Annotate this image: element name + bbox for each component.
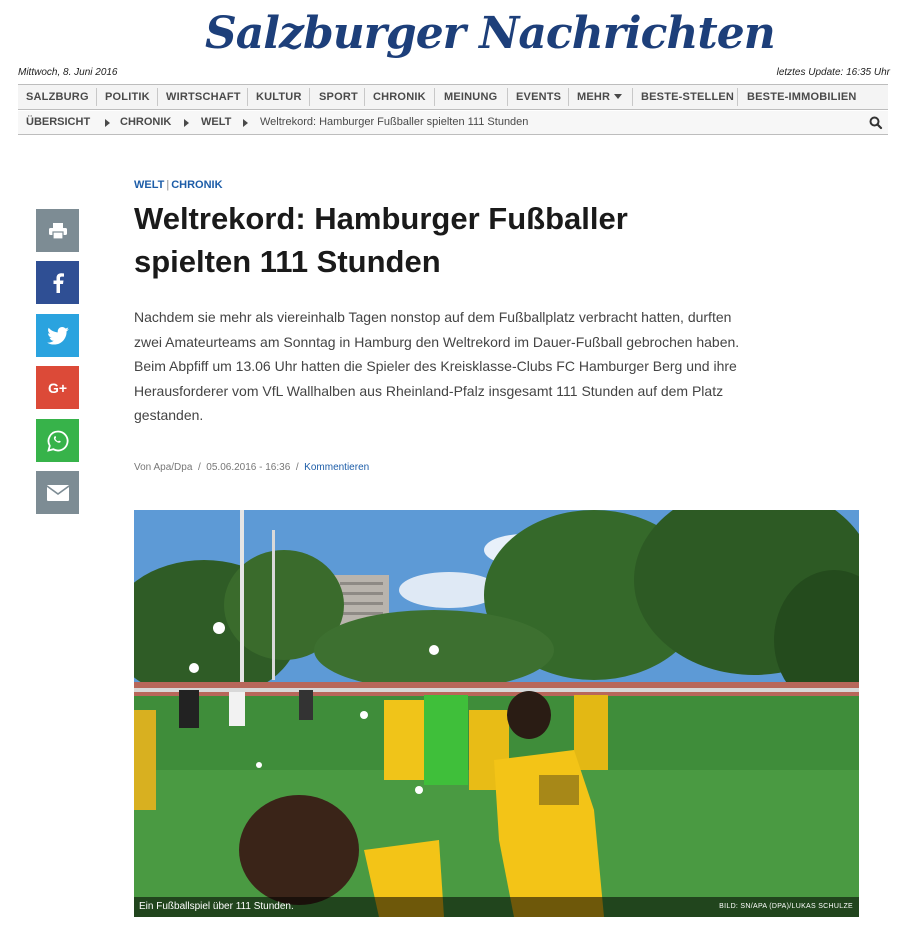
article-headline: Weltrekord: Hamburger Fußballer spielten… <box>134 197 774 283</box>
article-meta: Von Apa/Dpa / 05.06.2016 - 16:36 / Komme… <box>134 462 369 476</box>
masthead: Salzburger Nachrichten <box>0 0 900 66</box>
nav-item-beste-stellen[interactable]: BESTE-STELLEN <box>641 85 734 109</box>
share-google-plus-button[interactable]: G+ <box>36 366 79 409</box>
nav-divider <box>507 88 508 106</box>
nav-divider <box>632 88 633 106</box>
nav-divider <box>309 88 310 106</box>
headline-line-1: Weltrekord: Hamburger Fußballer <box>134 201 628 236</box>
kicker-divider: | <box>166 179 170 191</box>
share-print-button[interactable] <box>36 209 79 252</box>
chevron-right-icon <box>105 119 110 127</box>
nav-divider <box>434 88 435 106</box>
google-plus-icon: G+ <box>47 379 68 396</box>
photo-caption: Ein Fußballspiel über 111 Stunden. <box>139 901 294 912</box>
meta-divider: / <box>197 462 201 473</box>
nav-divider <box>364 88 365 106</box>
share-facebook-button[interactable] <box>36 261 79 304</box>
nav-divider <box>568 88 569 106</box>
chevron-right-icon <box>184 119 189 127</box>
chevron-right-icon <box>243 119 248 127</box>
search-icon <box>869 116 883 130</box>
breadcrumb: ÜBERSICHT CHRONIK WELT Weltrekord: Hambu… <box>18 111 888 135</box>
kicker-chronik-link[interactable]: CHRONIK <box>171 179 222 191</box>
facebook-icon <box>53 272 64 293</box>
nav-item-politik[interactable]: POLITIK <box>105 85 150 109</box>
article-kicker: WELT | CHRONIK <box>134 179 223 193</box>
nav-item-kultur[interactable]: KULTUR <box>256 85 302 109</box>
nav-divider <box>157 88 158 106</box>
nav-divider <box>96 88 97 106</box>
nav-divider <box>247 88 248 106</box>
main-nav: SALZBURG POLITIK WIRTSCHAFT KULTUR SPORT… <box>18 84 888 110</box>
breadcrumb-current: Weltrekord: Hamburger Fußballer spielten… <box>260 116 529 128</box>
share-mail-button[interactable] <box>36 471 79 514</box>
article-author: Von Apa/Dpa <box>134 462 193 473</box>
nav-item-sport[interactable]: SPORT <box>319 85 358 109</box>
comment-link[interactable]: Kommentieren <box>304 462 369 473</box>
nav-item-beste-immobilien[interactable]: BESTE-IMMOBILIEN <box>747 85 857 109</box>
nav-item-wirtschaft[interactable]: WIRTSCHAFT <box>166 85 241 109</box>
dateline: Mittwoch, 8. Juni 2016 letztes Update: 1… <box>18 67 890 81</box>
breadcrumb-item-chronik[interactable]: CHRONIK <box>120 111 171 134</box>
print-icon <box>48 222 67 240</box>
nav-item-mehr-label: MEHR <box>577 91 611 103</box>
breadcrumb-item-uebersicht[interactable]: ÜBERSICHT <box>26 111 90 134</box>
breadcrumb-item-welt[interactable]: WELT <box>201 111 231 134</box>
football-celebration-image <box>134 510 859 917</box>
photo-caption-bar: Ein Fußballspiel über 111 Stunden. BILD:… <box>134 897 859 917</box>
nav-item-chronik[interactable]: CHRONIK <box>373 85 426 109</box>
nav-divider <box>737 88 738 106</box>
article-photo[interactable]: Ein Fußballspiel über 111 Stunden. BILD:… <box>134 510 859 917</box>
mail-icon <box>46 484 69 501</box>
whatsapp-icon <box>46 430 68 452</box>
nav-item-mehr[interactable]: MEHR <box>577 85 623 109</box>
article-date: 05.06.2016 - 16:36 <box>206 462 291 473</box>
nav-item-salzburg[interactable]: SALZBURG <box>26 85 89 109</box>
current-date: Mittwoch, 8. Juni 2016 <box>18 67 118 78</box>
nav-item-meinung[interactable]: MEINUNG <box>444 85 497 109</box>
share-whatsapp-button[interactable] <box>36 419 79 462</box>
kicker-welt-link[interactable]: WELT <box>134 179 164 191</box>
headline-line-2: spielten 111 Stunden <box>134 244 441 279</box>
nav-item-events[interactable]: EVENTS <box>516 85 561 109</box>
site-logo[interactable]: Salzburger Nachrichten <box>205 4 776 64</box>
last-update: letztes Update: 16:35 Uhr <box>776 67 890 78</box>
twitter-icon <box>46 326 69 345</box>
article-lead: Nachdem sie mehr als viereinhalb Tagen n… <box>134 309 740 423</box>
photo-credit: BILD: SN/APA (DPA)/LUKAS SCHULZE <box>719 903 853 910</box>
chevron-down-icon <box>614 94 623 99</box>
search-button[interactable] <box>868 115 884 131</box>
share-twitter-button[interactable] <box>36 314 79 357</box>
meta-divider: / <box>295 462 299 473</box>
